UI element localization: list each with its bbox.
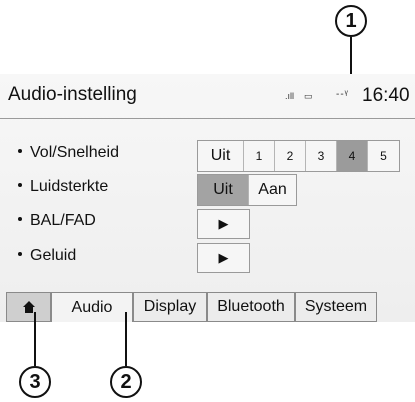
callout-1: 1: [335, 5, 367, 37]
tab-audio[interactable]: Audio: [51, 292, 133, 322]
bullet-icon: [18, 182, 22, 187]
row-label-vol-speed: Vol/Snelheid: [18, 144, 119, 162]
battery-icon: ▭: [304, 91, 313, 101]
callout-2: 2: [110, 366, 142, 398]
page-title: Audio-instelling: [8, 84, 137, 105]
vol-speed-option-2[interactable]: 2: [275, 141, 306, 171]
play-arrow-icon: ▶: [218, 250, 229, 265]
loudness-toggle: Uit Aan: [197, 174, 297, 206]
clock: 16:40: [362, 85, 410, 106]
tab-display[interactable]: Display: [133, 292, 207, 322]
play-arrow-icon: ▶: [218, 216, 229, 231]
loudness-option-off[interactable]: Uit: [198, 175, 249, 205]
row-label-loudness: Luidsterkte: [18, 178, 108, 196]
callout-2-number: 2: [120, 370, 132, 393]
row-label-sound: Geluid: [18, 247, 76, 265]
bullet-icon: [18, 216, 22, 221]
callout-3: 3: [19, 366, 51, 398]
tab-system[interactable]: Systeem: [295, 292, 377, 322]
bullet-icon: [18, 251, 22, 256]
vol-speed-option-1[interactable]: 1: [244, 141, 275, 171]
status-bar: Audio-instelling .ıll ▭ --ᵞ 16:40: [0, 74, 415, 119]
vol-speed-option-5[interactable]: 5: [368, 141, 399, 171]
callout-3-number: 3: [29, 370, 41, 393]
tab-bar: Audio Display Bluetooth Systeem: [0, 292, 415, 322]
tab-home[interactable]: [6, 292, 51, 322]
vol-speed-option-4[interactable]: 4: [337, 141, 368, 171]
callout-1-number: 1: [345, 9, 357, 32]
bal-fad-arrow-button[interactable]: ▶: [197, 209, 250, 239]
vol-speed-option-off[interactable]: Uit: [198, 141, 244, 171]
callout-3-line: [34, 312, 36, 366]
network-icon: --ᵞ: [336, 89, 349, 100]
audio-settings-screen: Audio-instelling .ıll ▭ --ᵞ 16:40 Vol/Sn…: [0, 74, 415, 322]
vol-speed-selector: Uit 1 2 3 4 5: [197, 140, 400, 172]
row-label-bal-fad: BAL/FAD: [18, 212, 96, 230]
bullet-icon: [18, 148, 22, 153]
sound-arrow-button[interactable]: ▶: [197, 243, 250, 273]
tab-bluetooth[interactable]: Bluetooth: [207, 292, 295, 322]
callout-2-line: [125, 312, 127, 366]
loudness-option-on[interactable]: Aan: [249, 175, 296, 205]
vol-speed-option-3[interactable]: 3: [306, 141, 337, 171]
signal-icon: .ıll: [285, 91, 294, 101]
